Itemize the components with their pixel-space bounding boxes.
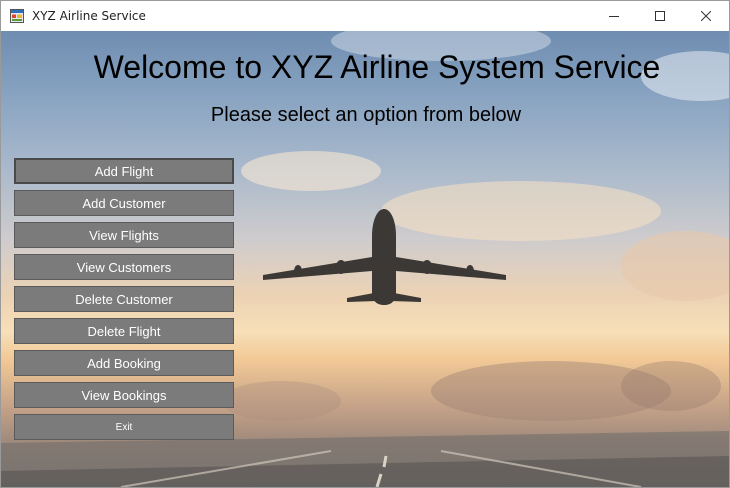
app-window: XYZ Airline Service Welcome to XYZ Airli… <box>0 0 730 488</box>
close-button[interactable] <box>683 1 729 31</box>
minimize-button[interactable] <box>591 1 637 31</box>
add-flight-button[interactable]: Add Flight <box>14 158 234 184</box>
close-icon <box>701 11 711 21</box>
window-title: XYZ Airline Service <box>32 9 146 23</box>
instruction-subheading: Please select an option from below <box>210 104 522 126</box>
exit-button[interactable]: Exit <box>14 414 234 440</box>
minimize-icon <box>609 16 619 17</box>
add-customer-button[interactable]: Add Customer <box>14 190 234 216</box>
view-customers-button[interactable]: View Customers <box>14 254 234 280</box>
view-flights-button[interactable]: View Flights <box>14 222 234 248</box>
welcome-heading: Welcome to XYZ Airline System Service <box>93 49 661 85</box>
title-bar[interactable]: XYZ Airline Service <box>1 1 729 31</box>
view-bookings-button[interactable]: View Bookings <box>14 382 234 408</box>
app-window-icon <box>10 9 24 23</box>
add-booking-button[interactable]: Add Booking <box>14 350 234 376</box>
delete-flight-button[interactable]: Delete Flight <box>14 318 234 344</box>
main-panel: Welcome to XYZ Airline System Service Pl… <box>1 31 729 487</box>
maximize-button[interactable] <box>637 1 683 31</box>
airplane-image <box>263 209 506 305</box>
delete-customer-button[interactable]: Delete Customer <box>14 286 234 312</box>
maximize-icon <box>655 11 665 21</box>
